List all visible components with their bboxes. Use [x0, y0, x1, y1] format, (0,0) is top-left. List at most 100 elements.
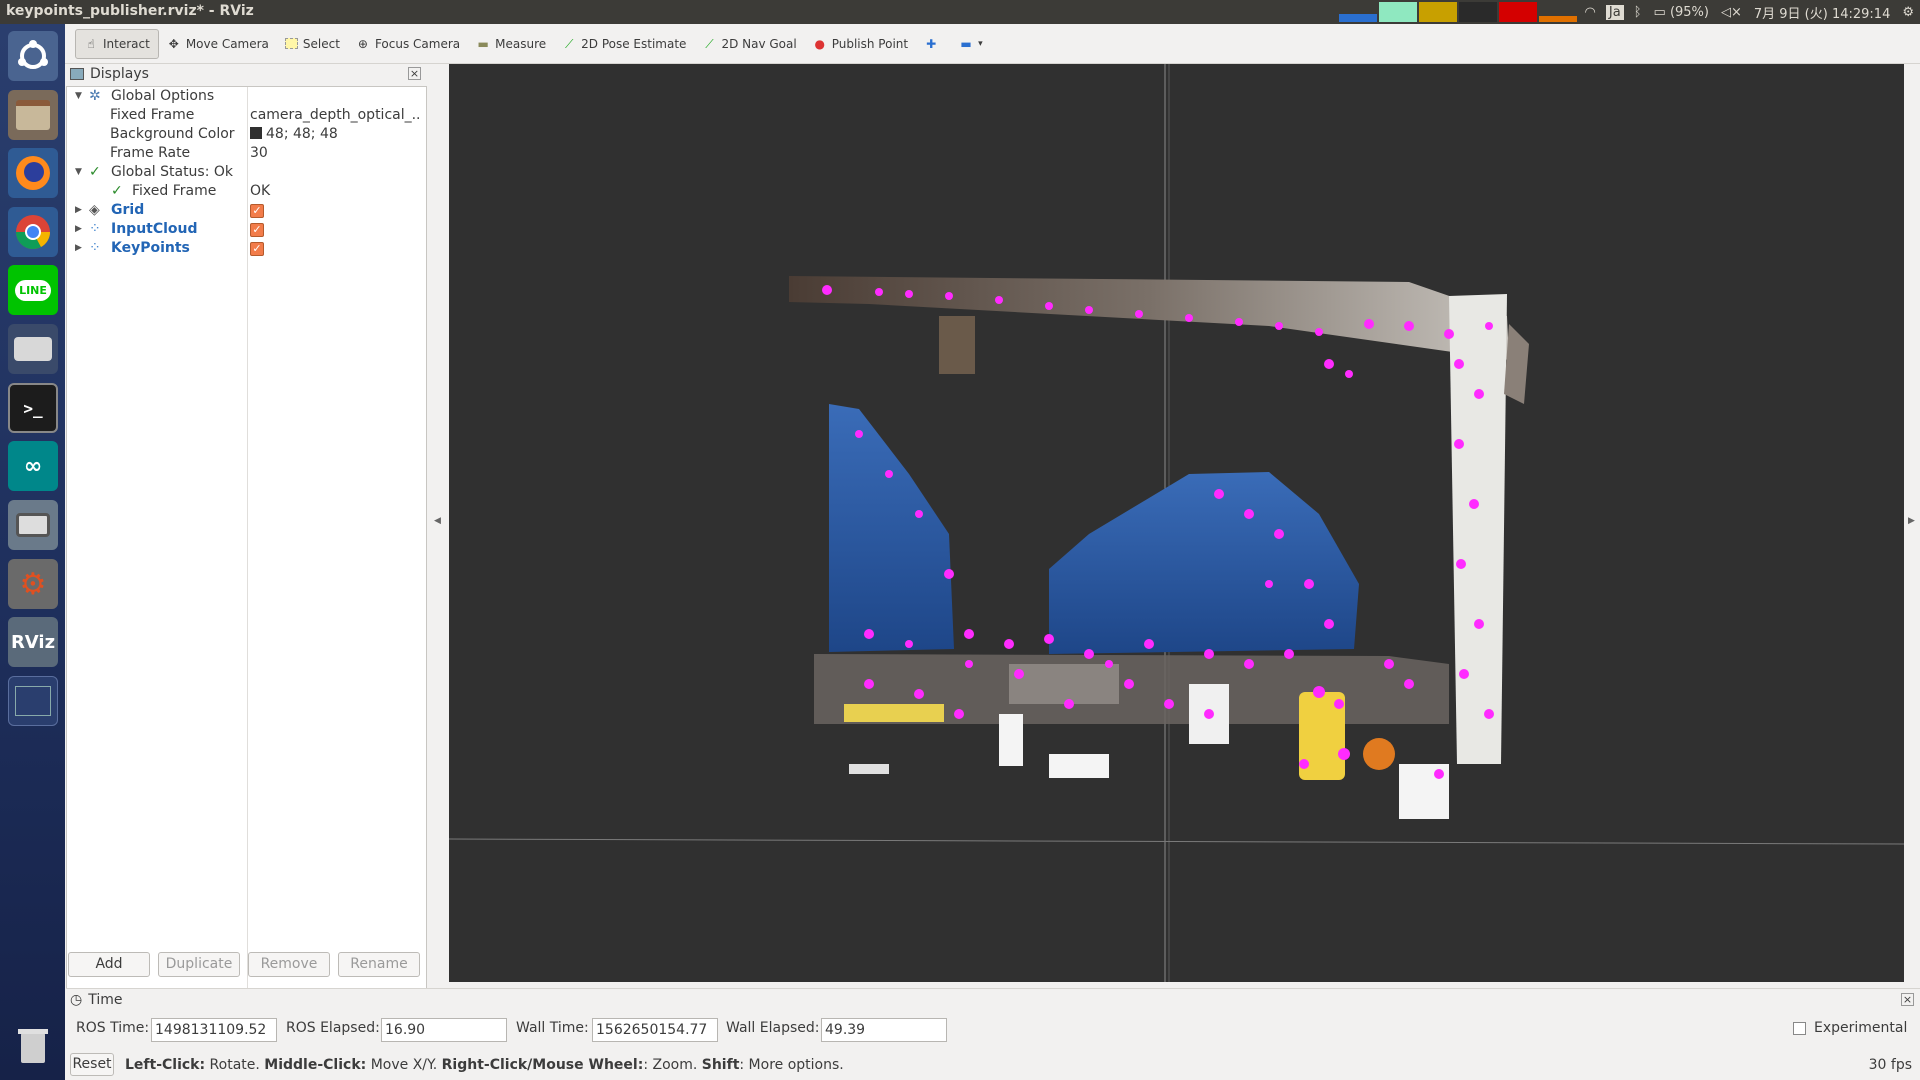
keypoints-enabled-checkbox[interactable]: ✓	[250, 239, 422, 258]
battery-icon: ▭	[1653, 4, 1666, 20]
wifi-icon[interactable]: ◠	[1579, 5, 1602, 20]
expand-right-icon[interactable]: ▶	[1908, 516, 1915, 526]
collapse-arrow-icon[interactable]: ▶	[75, 239, 82, 258]
ros-elapsed-label: ROS Elapsed:	[286, 1020, 380, 1036]
experimental-toggle[interactable]: Experimental	[1793, 1020, 1907, 1036]
arduino-icon[interactable]: ∞	[8, 441, 58, 491]
tree-row-global-options[interactable]: ▼ ✲ Global Options	[67, 87, 426, 106]
camera-icon[interactable]	[8, 500, 58, 550]
chrome-icon[interactable]	[8, 207, 58, 257]
focus-camera-tool[interactable]: ⊕ Focus Camera	[348, 29, 468, 59]
wall-time-field[interactable]: 1562650154.77	[592, 1018, 718, 1042]
panel-splitter[interactable]: ◀	[427, 64, 449, 982]
fixed-frame-value[interactable]: camera_depth_optical_...	[250, 106, 422, 125]
disk-drive-icon[interactable]	[8, 324, 58, 374]
ruler-icon: ▬	[477, 36, 489, 51]
duplicate-button[interactable]: Duplicate	[158, 952, 240, 977]
expand-arrow-icon[interactable]: ▼	[75, 163, 82, 182]
wall-elapsed-field[interactable]: 49.39	[821, 1018, 947, 1042]
green-arrow-icon: ⟋	[564, 36, 574, 51]
rviz-icon[interactable]: RViz	[8, 617, 58, 667]
publish-point-tool[interactable]: ● Publish Point	[805, 29, 916, 59]
add-button[interactable]: Add	[68, 952, 150, 977]
move-camera-tool[interactable]: ✥ Move Camera	[159, 29, 277, 59]
settings-gear-icon[interactable]: ⚙	[1896, 5, 1920, 20]
collapse-arrow-icon[interactable]: ▶	[75, 201, 82, 220]
launcher: LINE >_ ∞ ⚙ RViz	[0, 24, 65, 1080]
system-top-bar: keypoints_publisher.rviz* - RViz ◠ Ja ᛒ …	[0, 0, 1920, 24]
remove-tool-menu[interactable]: ▬ ▾	[951, 29, 991, 59]
cloud-desk-shadow	[1009, 664, 1119, 704]
background-color-value[interactable]: 48; 48; 48	[250, 125, 422, 144]
nav-goal-tool[interactable]: ⟋ 2D Nav Goal	[694, 29, 804, 59]
bluetooth-icon[interactable]: ᛒ	[1628, 5, 1648, 20]
crosshair-icon: ⊕	[357, 36, 368, 51]
trash-icon[interactable]	[8, 1020, 58, 1070]
clock-icon: ◷	[70, 992, 83, 1008]
volume-icon[interactable]: ◁×	[1715, 5, 1748, 20]
tree-row-keypoints[interactable]: ▶ ⁘ KeyPoints ✓	[67, 239, 426, 258]
tree-row-grid[interactable]: ▶ ◈ Grid ✓	[67, 201, 426, 220]
system-settings-icon[interactable]: ⚙	[8, 559, 58, 609]
ros-time-field[interactable]: 1498131109.52	[151, 1018, 277, 1042]
files-icon[interactable]	[8, 90, 58, 140]
point-cloud-render	[449, 64, 1904, 982]
firefox-icon[interactable]	[8, 148, 58, 198]
dropdown-arrow-icon: ▾	[978, 38, 983, 49]
wall-elapsed-label: Wall Elapsed:	[726, 1020, 820, 1036]
measure-tool[interactable]: ▬ Measure	[468, 29, 554, 59]
interact-tool[interactable]: ☝ Interact	[75, 28, 159, 59]
rviz-toolbar: ☝ Interact ✥ Move Camera Select ⊕ Focus Cam…	[65, 24, 1920, 64]
battery-percent: (95%)	[1669, 4, 1709, 20]
cloud-leg	[939, 316, 975, 374]
grid-line	[449, 838, 1904, 845]
tree-row-frame-rate[interactable]: Frame Rate 30	[67, 144, 426, 163]
swap-graph	[1458, 2, 1497, 22]
tree-row-global-status[interactable]: ▼ ✓ Global Status: Ok	[67, 163, 426, 182]
time-panel: ◷ Time × ROS Time: 1498131109.52 ROS Ela…	[66, 988, 1920, 1046]
input-method[interactable]: Ja	[1605, 4, 1624, 20]
line-app-icon[interactable]: LINE	[8, 265, 58, 315]
ros-elapsed-field[interactable]: 16.90	[381, 1018, 507, 1042]
close-panel-icon[interactable]: ×	[1901, 993, 1914, 1006]
right-panel-handle[interactable]: ▶	[1904, 64, 1920, 982]
gear-icon: ✲	[89, 88, 101, 104]
pose-estimate-tool[interactable]: ⟋ 2D Pose Estimate	[554, 29, 694, 59]
tree-row-fixed-frame[interactable]: Fixed Frame camera_depth_optical_...	[67, 106, 426, 125]
disk-graph	[1538, 2, 1577, 22]
clock[interactable]: 7月 9日 (火) 14:29:14	[1748, 3, 1896, 22]
time-header: ◷ Time ×	[70, 992, 1914, 1008]
grid-enabled-checkbox[interactable]: ✓	[250, 201, 422, 220]
close-panel-icon[interactable]: ×	[408, 67, 421, 80]
dash-icon[interactable]	[8, 31, 58, 81]
battery-indicator[interactable]: ▭ (95%)	[1648, 5, 1715, 20]
wall-time-label: Wall Time:	[516, 1020, 589, 1036]
add-tool-button[interactable]: ✚	[916, 29, 951, 59]
expand-arrow-icon[interactable]: ▼	[75, 87, 82, 106]
inputcloud-enabled-checkbox[interactable]: ✓	[250, 220, 422, 239]
frame-rate-value[interactable]: 30	[250, 144, 422, 163]
displays-tree: ▼ ✲ Global Options Fixed Frame camera_de…	[66, 86, 427, 1001]
collapse-left-icon[interactable]: ◀	[434, 516, 441, 526]
tree-row-inputcloud[interactable]: ▶ ⁘ InputCloud ✓	[67, 220, 426, 239]
cloud-right-monitor	[1049, 472, 1359, 654]
terminal-icon[interactable]: >_	[8, 383, 58, 433]
cloud-keyboard	[844, 704, 944, 722]
collapse-arrow-icon[interactable]: ▶	[75, 220, 82, 239]
reset-button[interactable]: Reset	[70, 1053, 114, 1076]
displays-panel: Displays × ▼ ✲ Global Options Fixed Fram…	[66, 64, 427, 1001]
move-icon: ✥	[168, 36, 179, 51]
tree-row-background-color[interactable]: Background Color 48; 48; 48	[67, 125, 426, 144]
render-viewport[interactable]	[449, 64, 1904, 982]
remove-button[interactable]: Remove	[248, 952, 330, 977]
select-tool[interactable]: Select	[277, 29, 348, 59]
rename-button[interactable]: Rename	[338, 952, 420, 977]
checkmark-icon: ✓	[111, 183, 123, 199]
experimental-checkbox[interactable]	[1793, 1021, 1806, 1035]
displays-header: Displays ×	[66, 64, 427, 84]
rviz-label: RViz	[10, 631, 56, 653]
fps-counter: 30 fps	[1868, 1057, 1912, 1073]
cloud-object	[1049, 754, 1109, 778]
tree-row-status-fixed-frame[interactable]: ✓ Fixed Frame OK	[67, 182, 426, 201]
workspace-switcher-icon[interactable]	[8, 676, 58, 726]
